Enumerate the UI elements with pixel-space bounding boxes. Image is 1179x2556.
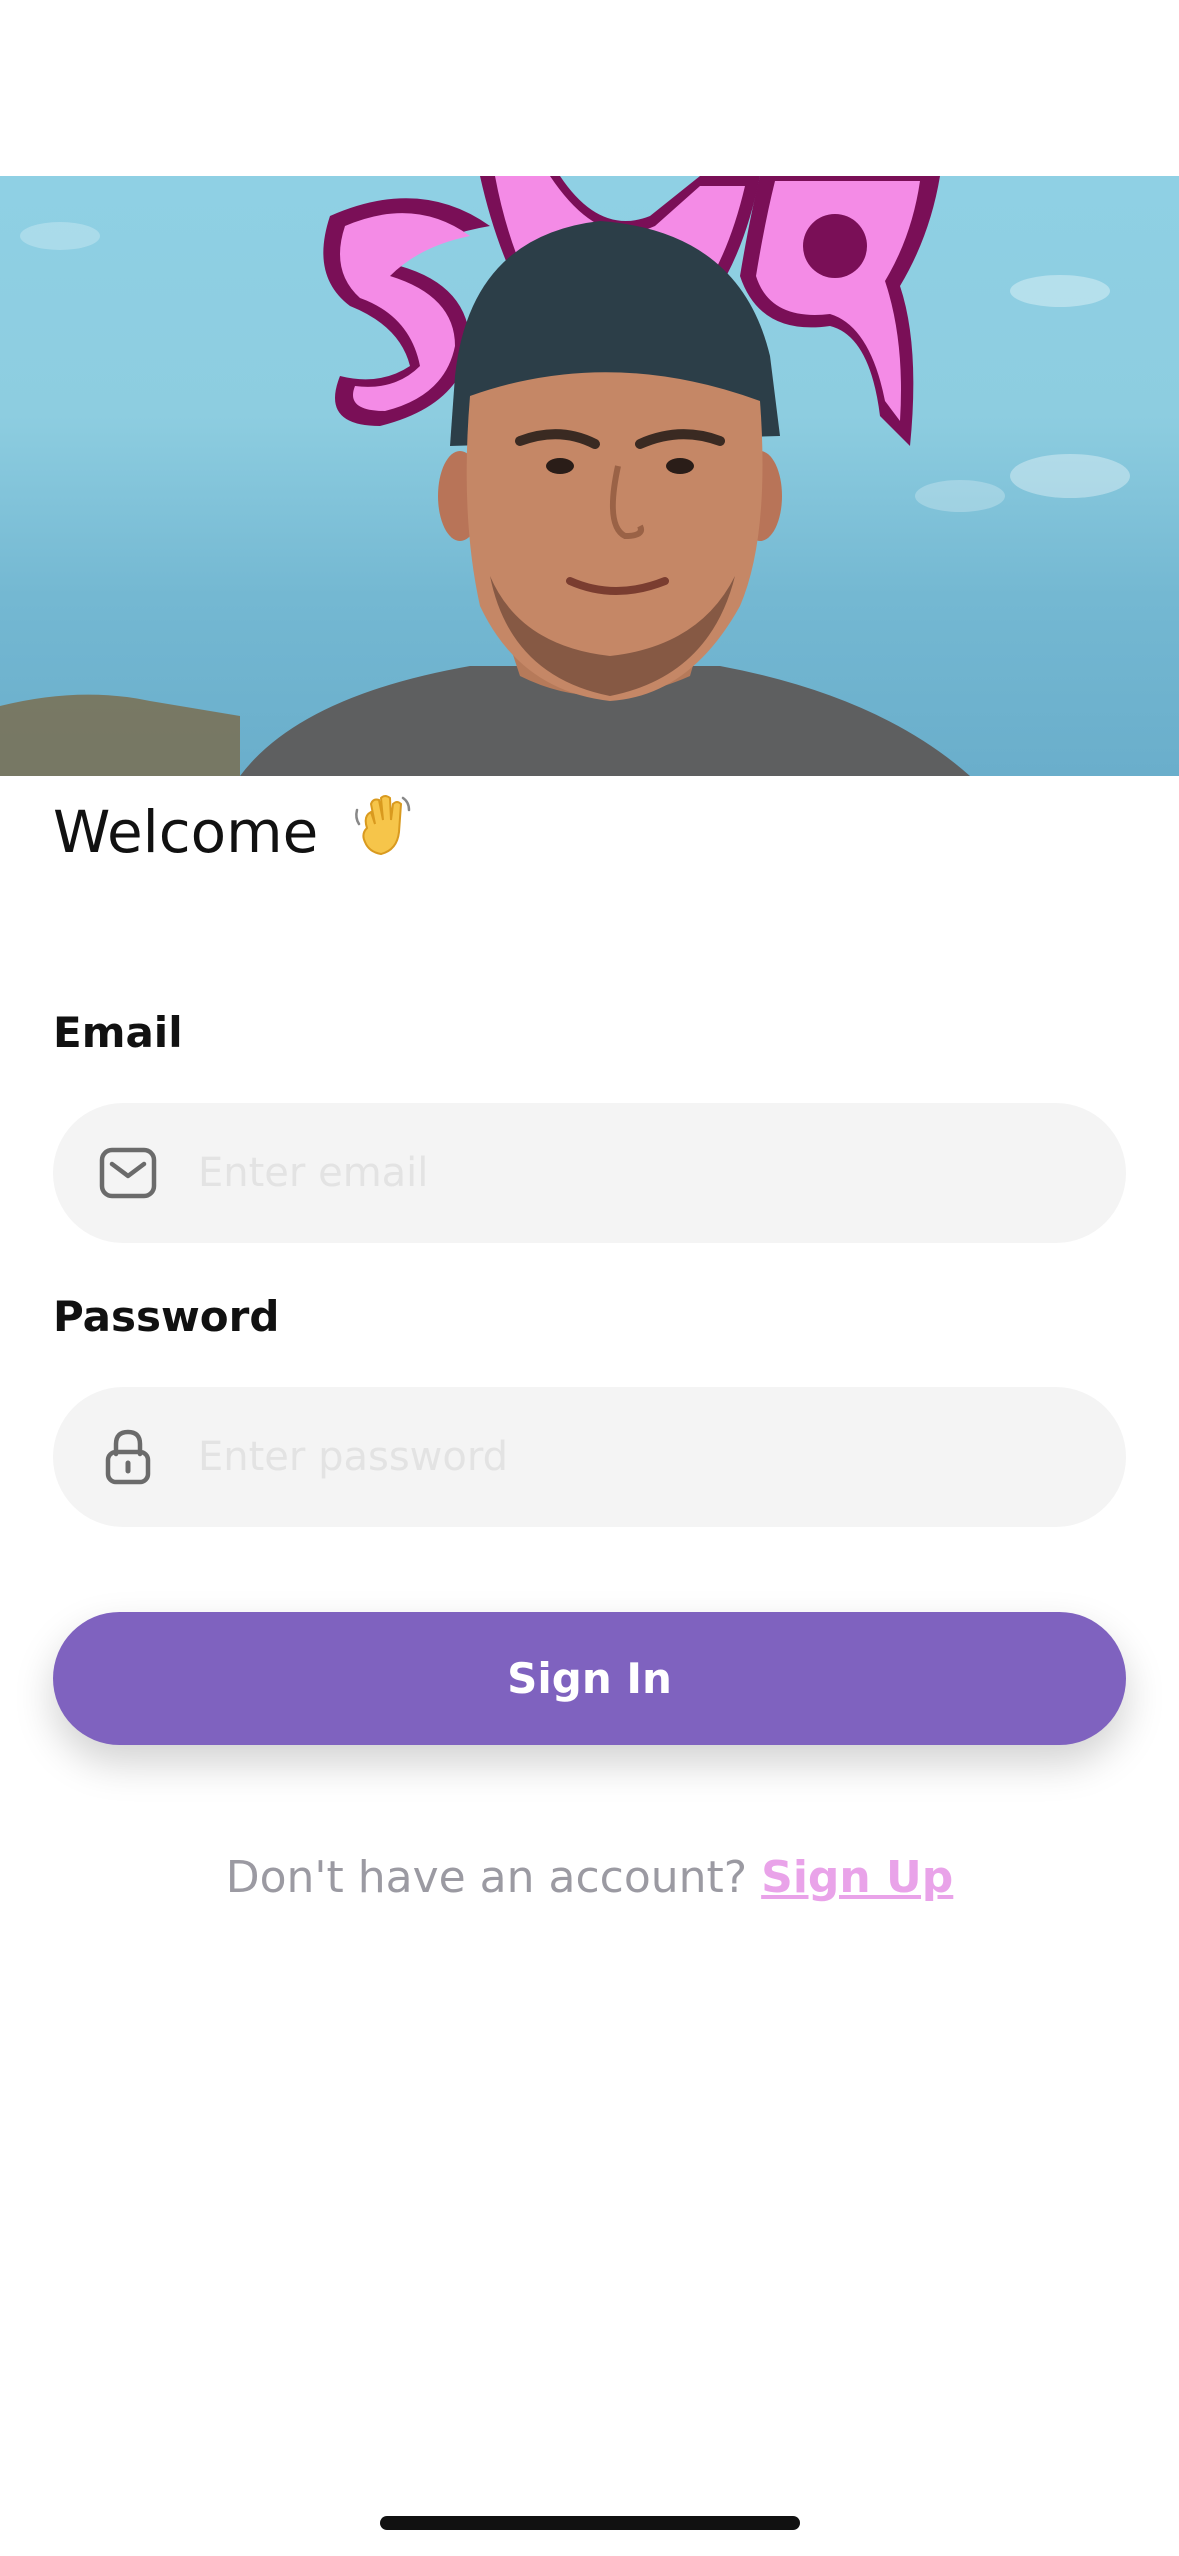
home-indicator[interactable] [380, 2516, 800, 2530]
welcome-heading: Welcome [53, 792, 417, 880]
sign-in-screen: Welcome Email Password [0, 0, 1179, 2556]
password-input[interactable] [196, 1433, 1060, 1481]
email-label: Email [53, 1008, 183, 1057]
status-bar [0, 0, 1179, 176]
sign-up-link[interactable]: Sign Up [761, 1852, 953, 1903]
password-label: Password [53, 1292, 280, 1341]
email-field[interactable] [53, 1103, 1126, 1243]
mail-icon [98, 1143, 158, 1203]
sign-up-prompt-text: Don't have an account? [225, 1852, 762, 1903]
lock-icon [98, 1427, 158, 1487]
welcome-title: Welcome [53, 798, 319, 867]
password-field[interactable] [53, 1387, 1126, 1527]
hero-image [0, 176, 1179, 776]
hero-illustration [0, 176, 1130, 776]
waving-hand-icon [349, 792, 417, 880]
email-input[interactable] [196, 1149, 1060, 1197]
sign-up-prompt: Don't have an account? Sign Up [0, 1852, 1179, 1903]
sign-in-button[interactable]: Sign In [53, 1612, 1126, 1745]
